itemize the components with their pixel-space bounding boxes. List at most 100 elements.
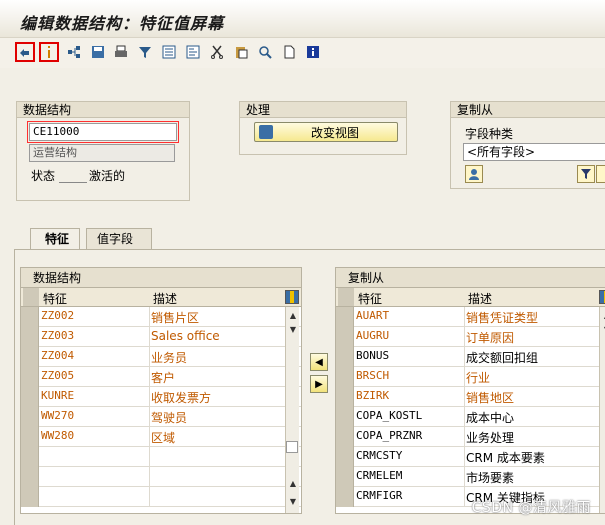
table-row[interactable]: CRMELEM 市场要素 [336,467,605,487]
characteristic-cell: ZZ004 [41,349,75,362]
left-table-header: 特征 描述 [21,288,301,307]
description-cell: Sales office [151,329,220,343]
characteristic-cell: WW270 [41,409,75,422]
table-row[interactable] [21,487,301,507]
table-row[interactable]: ZZ004 业务员 [21,347,301,367]
copy-from-group: 复制从 字段种类 <所有字段> [450,101,605,189]
print-icon[interactable] [111,42,131,62]
table-row[interactable]: ZZ003 Sales office [21,327,301,347]
move-left-button[interactable]: ◀ [310,353,328,371]
right-table-scrollbar[interactable]: ▲ ▼ [599,307,605,513]
table-row[interactable]: AUART 销售凭证类型 [336,307,605,327]
row-selector[interactable] [21,367,39,387]
characteristic-cell: CRMELEM [356,469,403,482]
change-view-label: 改变视图 [310,125,359,140]
right-table-title: 复制从 [336,268,605,288]
table-row[interactable] [21,467,301,487]
find-icon[interactable] [255,42,275,62]
person-icon[interactable] [465,165,483,183]
row-selector[interactable] [21,407,39,427]
table-row[interactable]: CRMCSTY CRM 成本要素 [336,447,605,467]
cut-icon[interactable] [207,42,227,62]
table-row[interactable]: COPA_PRZNR 业务处理 [336,427,605,447]
row-selector[interactable] [336,307,354,327]
table-row[interactable]: AUGRU 订单原因 [336,327,605,347]
scroll-down-icon[interactable]: ▼ [600,323,605,337]
table-row[interactable]: BZIRK 销售地区 [336,387,605,407]
description-cell: 成本中心 [466,411,515,425]
row-selector[interactable] [336,487,354,507]
more-icon[interactable] [596,165,605,183]
row-selector-header[interactable] [338,288,354,306]
row-selector[interactable] [336,327,354,347]
scroll-up-icon[interactable]: ▲ [600,309,605,323]
characteristic-cell: BRSCH [356,369,390,382]
save-icon[interactable] [88,42,108,62]
table-row[interactable]: ZZ005 客户 [21,367,301,387]
data-structure-code-field[interactable]: CE11000 [29,123,177,141]
title-bar: 编辑数据结构：特征值屏幕 [0,0,605,38]
tab-value-fields[interactable]: 值字段 [86,228,152,250]
row-selector[interactable] [336,387,354,407]
right-table-header: 特征 描述 [336,288,605,307]
back-arrow-icon[interactable] [15,42,35,62]
row-selector[interactable] [336,407,354,427]
column-divider [464,367,465,387]
column-divider [149,347,150,367]
column-divider [149,467,150,487]
row-selector[interactable] [21,327,39,347]
filter-icon[interactable] [577,165,595,183]
left-col-characteristic: 特征 [43,292,68,306]
table-row[interactable]: WW270 驾驶员 [21,407,301,427]
tab-characteristics[interactable]: 特征 [30,228,80,250]
row-selector[interactable] [336,347,354,367]
row-selector[interactable] [21,487,39,507]
scroll-down-icon[interactable]: ▼ [286,323,300,337]
scroll-down-icon[interactable]: ▼ [286,495,300,509]
hierarchy-icon[interactable] [64,42,84,62]
table-row[interactable]: ZZ002 销售片区 [21,307,301,327]
table-row[interactable]: KUNRE 收取发票方 [21,387,301,407]
left-col-description: 描述 [153,292,178,306]
status-value: 激活的 [89,169,126,183]
application-toolbar [0,38,605,68]
scroll-thumb[interactable] [286,441,298,453]
table-row[interactable]: WW280 区域 [21,427,301,447]
row-selector[interactable] [21,307,39,327]
right-col-description: 描述 [468,292,493,306]
scroll-up-icon[interactable]: ▲ [286,309,300,323]
info-marker-icon[interactable] [39,42,59,62]
new-page-icon[interactable] [279,42,299,62]
table-row[interactable]: COPA_KOSTL 成本中心 [336,407,605,427]
description-cell: 业务员 [151,351,188,365]
description-cell: 驾驶员 [151,411,188,425]
filter-icon[interactable] [135,42,155,62]
row-selector[interactable] [21,447,39,467]
change-view-button[interactable]: 改变视图 [254,122,398,142]
detail-icon[interactable] [183,42,203,62]
move-right-button[interactable]: ▶ [310,375,328,393]
row-selector[interactable] [21,427,39,447]
description-cell: 销售地区 [466,391,515,405]
row-selector-header[interactable] [23,288,39,306]
row-selector[interactable] [336,447,354,467]
row-selector[interactable] [21,467,39,487]
paste-icon[interactable] [231,42,251,62]
info-icon[interactable] [303,42,323,62]
row-selector[interactable] [336,467,354,487]
list-icon[interactable] [159,42,179,62]
column-settings-icon[interactable] [599,290,605,304]
table-row[interactable]: BONUS 成交额回扣组 [336,347,605,367]
row-selector[interactable] [21,387,39,407]
row-selector[interactable] [21,347,39,367]
scroll-up-icon[interactable]: ▲ [286,477,300,491]
table-row[interactable] [21,447,301,467]
table-row[interactable]: BRSCH 行业 [336,367,605,387]
watermark: CSDN @清风雅雨 [471,500,591,516]
left-table-scrollbar[interactable]: ▲ ▼ ▲ ▼ [285,307,299,513]
row-selector[interactable] [336,427,354,447]
column-settings-icon[interactable] [285,290,299,304]
row-selector[interactable] [336,367,354,387]
field-type-select[interactable]: <所有字段> [463,143,605,161]
description-cell: 市场要素 [466,471,515,485]
